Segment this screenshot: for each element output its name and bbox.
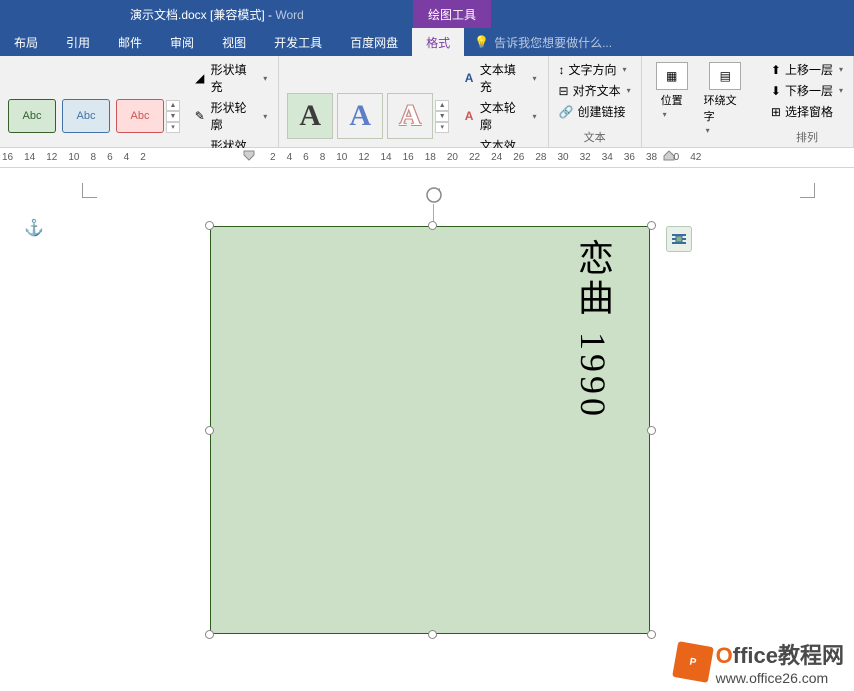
spinner-more-icon[interactable]: ▾ [166, 122, 180, 133]
chevron-down-icon: ▾ [663, 110, 667, 119]
selection-pane-icon: ⊞ [771, 105, 781, 119]
group-position: ▦ 位置▾ ▤ 环绕文字▾ [642, 56, 761, 147]
contextual-tab-drawing-tools: 绘图工具 [413, 0, 491, 28]
tell-me-search[interactable]: 💡 告诉我您想要做什么... [474, 34, 612, 51]
shape-style-3[interactable]: Abc [116, 99, 164, 133]
rotate-handle[interactable] [425, 186, 443, 204]
shape-text-content[interactable]: 恋曲 1990 [567, 239, 619, 420]
chevron-down-icon: ▾ [263, 74, 267, 83]
resize-handle-top-right[interactable] [647, 221, 656, 230]
shape-outline-button[interactable]: ✎形状轮廓▾ [190, 98, 270, 134]
tab-developer[interactable]: 开发工具 [260, 28, 336, 56]
layout-options-icon [671, 232, 687, 246]
chevron-down-icon: ▾ [263, 112, 267, 121]
chevron-down-icon: ▾ [839, 65, 843, 74]
wordart-gallery-spinner[interactable]: ▲ ▼ ▾ [435, 100, 449, 133]
wordart-style-1[interactable]: A [287, 93, 333, 139]
group-shape-styles: Abc Abc Abc ▲ ▼ ▾ ◢形状填充▾ ✎形状轮廓▾ ◯形状效果▾ 形… [0, 56, 279, 147]
horizontal-ruler[interactable]: 161412108642 246810121416182022242628303… [0, 148, 854, 168]
group-text: ↕文字方向▾ ⊟对齐文本▾ 🔗创建链接 文本 [549, 56, 642, 147]
resize-handle-top-left[interactable] [205, 221, 214, 230]
document-canvas[interactable]: ⚓ 恋曲 1990 P Office教程网 www.office26.com [0, 168, 854, 691]
shape-fill-button[interactable]: ◢形状填充▾ [190, 60, 270, 96]
bring-forward-button[interactable]: ⬆上移一层▾ [769, 60, 845, 79]
group-label-text: 文本 [557, 127, 633, 145]
shape-style-2[interactable]: Abc [62, 99, 110, 133]
resize-handle-bottom-middle[interactable] [428, 630, 437, 639]
bulb-icon: 💡 [474, 35, 489, 49]
layout-options-button[interactable] [666, 226, 692, 252]
chevron-down-icon: ▾ [533, 74, 537, 83]
tab-baidu[interactable]: 百度网盘 [336, 28, 412, 56]
group-wordart-styles: A A A ▲ ▼ ▾ A文本填充▾ A文本轮廓▾ A文本效果▾ 艺术字样式 [279, 56, 548, 147]
fill-icon: ◢ [193, 71, 207, 85]
document-title: 演示文档.docx [兼容模式] - Word [130, 6, 304, 23]
watermark: P Office教程网 www.office26.com [675, 638, 844, 686]
tab-review[interactable]: 审阅 [156, 28, 208, 56]
resize-handle-middle-left[interactable] [205, 426, 214, 435]
resize-handle-bottom-left[interactable] [205, 630, 214, 639]
wrap-text-button[interactable]: ▤ 环绕文字▾ [698, 60, 753, 138]
shape-style-gallery-spinner[interactable]: ▲ ▼ ▾ [166, 100, 180, 133]
bring-forward-icon: ⬆ [771, 63, 781, 77]
outline-icon: ✎ [193, 109, 207, 123]
position-button[interactable]: ▦ 位置▾ [650, 60, 694, 138]
margin-marker-icon[interactable] [663, 150, 675, 164]
group-label-position [650, 143, 753, 145]
send-backward-icon: ⬇ [771, 84, 781, 98]
wrap-text-icon: ▤ [709, 62, 741, 90]
link-icon: 🔗 [559, 105, 574, 119]
group-label-arrange: 排列 [769, 127, 845, 145]
ribbon: Abc Abc Abc ▲ ▼ ▾ ◢形状填充▾ ✎形状轮廓▾ ◯形状效果▾ 形… [0, 56, 854, 148]
text-outline-button[interactable]: A文本轮廓▾ [459, 98, 539, 134]
text-direction-button[interactable]: ↕文字方向▾ [557, 60, 633, 79]
resize-handle-top-middle[interactable] [428, 221, 437, 230]
chevron-down-icon: ▾ [627, 86, 631, 95]
text-box-shape[interactable]: 恋曲 1990 [210, 226, 650, 634]
create-link-button[interactable]: 🔗创建链接 [557, 102, 633, 121]
tab-references[interactable]: 引用 [52, 28, 104, 56]
watermark-brand: Office教程网 [716, 638, 844, 670]
text-fill-icon: A [462, 71, 476, 85]
tab-format[interactable]: 格式 [412, 28, 464, 56]
align-text-button[interactable]: ⊟对齐文本▾ [557, 81, 633, 100]
tab-layout[interactable]: 布局 [0, 28, 52, 56]
send-backward-button[interactable]: ⬇下移一层▾ [769, 81, 845, 100]
spinner-down-icon[interactable]: ▼ [166, 111, 180, 122]
chevron-down-icon: ▾ [839, 86, 843, 95]
spinner-up-icon[interactable]: ▲ [166, 100, 180, 111]
chevron-down-icon: ▾ [533, 112, 537, 121]
page-corner-left [82, 183, 97, 198]
spinner-up-icon[interactable]: ▲ [435, 100, 449, 111]
wordart-style-3[interactable]: A [387, 93, 433, 139]
resize-handle-middle-right[interactable] [647, 426, 656, 435]
anchor-icon[interactable]: ⚓ [24, 218, 44, 238]
chevron-down-icon: ▾ [706, 126, 710, 135]
wordart-style-2[interactable]: A [337, 93, 383, 139]
text-direction-icon: ↕ [559, 63, 565, 77]
ruler-left-numbers: 161412108642 [2, 152, 146, 163]
page-corner-right [800, 183, 815, 198]
text-outline-icon: A [462, 109, 476, 123]
spinner-down-icon[interactable]: ▼ [435, 111, 449, 122]
position-icon: ▦ [656, 62, 688, 90]
watermark-url: www.office26.com [716, 670, 844, 686]
align-text-icon: ⊟ [559, 84, 569, 98]
tab-view[interactable]: 视图 [208, 28, 260, 56]
spinner-more-icon[interactable]: ▾ [435, 122, 449, 133]
indent-marker-icon[interactable] [243, 150, 255, 164]
ribbon-tabs: 布局 引用 邮件 审阅 视图 开发工具 百度网盘 格式 💡 告诉我您想要做什么.… [0, 28, 854, 56]
shape-style-1[interactable]: Abc [8, 99, 56, 133]
watermark-logo-icon: P [672, 641, 714, 683]
ruler-right-numbers: 24681012141618202224262830323436384042 [270, 152, 701, 163]
selection-pane-button[interactable]: ⊞选择窗格 [769, 102, 845, 121]
tab-mail[interactable]: 邮件 [104, 28, 156, 56]
text-fill-button[interactable]: A文本填充▾ [459, 60, 539, 96]
title-bar: 演示文档.docx [兼容模式] - Word 绘图工具 [0, 0, 854, 28]
resize-handle-bottom-right[interactable] [647, 630, 656, 639]
chevron-down-icon: ▾ [623, 65, 627, 74]
group-arrange: ⬆上移一层▾ ⬇下移一层▾ ⊞选择窗格 排列 [761, 56, 854, 147]
